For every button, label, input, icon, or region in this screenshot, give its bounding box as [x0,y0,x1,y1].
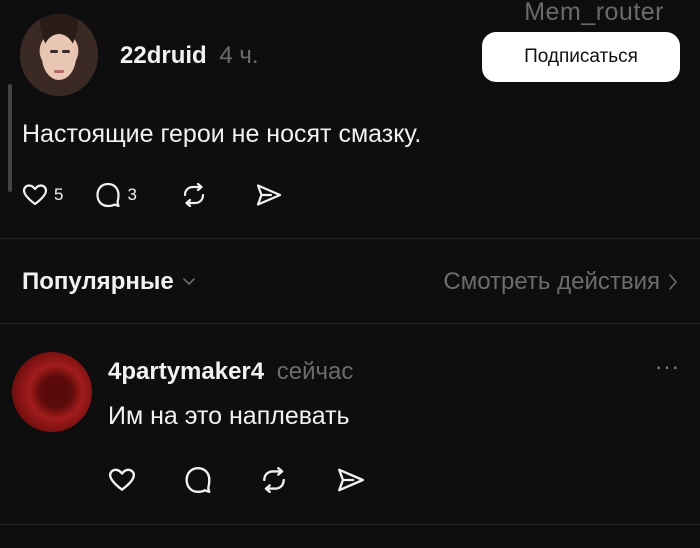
comment-button[interactable]: 3 [95,182,137,208]
reply-text: Им на это наплевать [108,402,350,430]
comment-count: 3 [127,185,137,204]
avatar[interactable] [20,14,98,96]
view-activity-link[interactable]: Смотреть действия [443,268,678,296]
view-activity-label: Смотреть действия [443,268,660,295]
divider [0,524,700,525]
replies-sort-dropdown[interactable]: Популярные [22,268,196,296]
divider [0,238,700,239]
username[interactable]: 22druid [120,42,207,69]
reply-avatar[interactable] [12,352,92,432]
repost-button[interactable] [260,467,288,493]
reply-time: сейчас [276,358,354,385]
like-button[interactable] [108,467,136,493]
watermark: Mem_router [524,0,664,26]
repost-icon [183,183,205,207]
heart-icon [22,184,48,206]
sort-label: Популярные [22,268,174,295]
send-icon [338,468,364,492]
divider [0,323,700,324]
follow-button[interactable]: Подписаться [482,32,680,82]
post-author: 22druid 4 ч. [120,42,259,70]
post-time: 4 ч. [219,42,259,69]
reply-username[interactable]: 4partymaker4 [108,358,264,385]
like-button[interactable]: 5 [22,183,63,207]
chevron-down-icon [182,278,195,285]
comment-bubble-icon [96,182,121,208]
repost-button[interactable] [181,183,207,207]
heart-icon [108,468,136,491]
post-text: Настоящие герои не носят смазку. [22,120,422,148]
comment-bubble-icon [185,466,211,494]
post-actions: 5 3 [22,182,283,208]
reply-actions [108,466,366,494]
chevron-right-icon [669,274,677,290]
send-icon [256,184,282,206]
comment-button[interactable] [184,466,212,494]
reply-author: 4partymaker4 сейчас [108,358,353,386]
share-button[interactable] [255,183,283,207]
thread-line [8,84,12,192]
repost-icon [263,467,285,493]
like-count: 5 [54,185,64,204]
more-options-icon[interactable]: ··· [655,354,680,380]
share-button[interactable] [336,467,366,493]
